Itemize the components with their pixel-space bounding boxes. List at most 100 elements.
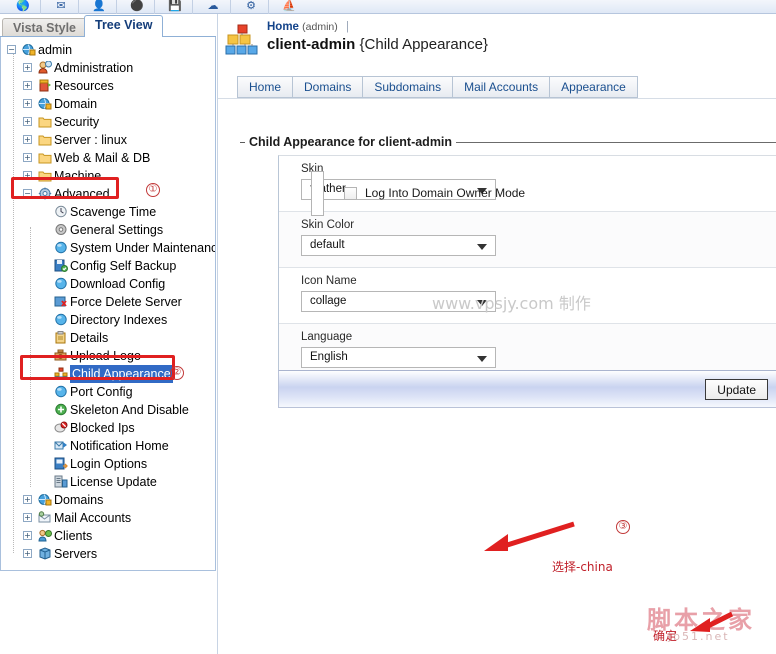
- annotation-note-update: 确定: [653, 629, 678, 643]
- collapse-icon[interactable]: −: [23, 189, 32, 198]
- mail-icon[interactable]: ✉: [52, 0, 70, 14]
- tab-vista-style[interactable]: Vista Style: [2, 18, 88, 36]
- tab-mail-accounts[interactable]: Mail Accounts: [452, 76, 550, 98]
- administration-icon: [37, 60, 52, 75]
- tab-subdomains[interactable]: Subdomains: [362, 76, 453, 98]
- tree-item-web-mail-db[interactable]: + Web & Mail & DB: [3, 149, 215, 167]
- tree-item-label: Force Delete Server: [70, 295, 182, 309]
- tree-item-blocked-ips[interactable]: Blocked Ips: [3, 419, 215, 437]
- expand-icon[interactable]: +: [23, 171, 32, 180]
- expand-icon[interactable]: +: [23, 99, 32, 108]
- collapse-icon[interactable]: −: [7, 45, 16, 54]
- tree-item-mail-accounts[interactable]: + Mail Accounts: [3, 509, 215, 527]
- tree-item-domains[interactable]: + Domains: [3, 491, 215, 509]
- breadcrumb-separator: |: [345, 21, 349, 33]
- tree-item-upload-logo[interactable]: Upload Logo: [3, 347, 215, 365]
- annotation-marker-3: ③: [616, 520, 630, 534]
- expand-icon[interactable]: +: [23, 117, 32, 126]
- expand-icon[interactable]: +: [23, 531, 32, 540]
- tree-item-servers[interactable]: + Servers: [3, 545, 215, 563]
- gear-icon[interactable]: ⚙: [242, 0, 260, 14]
- tree-item-details[interactable]: Details: [3, 329, 215, 347]
- tree-item-notification-home[interactable]: Notification Home: [3, 437, 215, 455]
- tree-item-label: Blocked Ips: [70, 421, 135, 435]
- tab-label: Subdomains: [374, 80, 442, 94]
- tree-item-download-config[interactable]: Download Config: [3, 275, 215, 293]
- tree-item-domain[interactable]: + Domain: [3, 95, 215, 113]
- tree-item-label: Mail Accounts: [54, 511, 132, 525]
- main-content: Home (admin) | client-admin {Child Appea…: [217, 14, 776, 654]
- clock-icon: [53, 205, 68, 219]
- checkbox-log-into-domain-owner-mode[interactable]: [344, 187, 357, 200]
- form-row-skin: Skin feather: [279, 156, 776, 212]
- tree-item-label: Administration: [54, 61, 134, 75]
- tree-item-clients[interactable]: + Clients: [3, 527, 215, 545]
- tree-item-force-delete-server[interactable]: Force Delete Server: [3, 293, 215, 311]
- tree-item-administration[interactable]: + Administration: [3, 59, 215, 77]
- cloud-icon[interactable]: ☁: [204, 0, 222, 14]
- license-icon: [53, 475, 68, 489]
- sphere-icon: [53, 241, 68, 255]
- tree-item-security[interactable]: + Security: [3, 113, 215, 131]
- annotation-marker-2: ②: [170, 366, 184, 380]
- ship-icon[interactable]: ⛵: [280, 0, 298, 14]
- child-appearance-icon: [53, 367, 68, 381]
- tree-panel[interactable]: − admin + Administration + Resources + Domain + S…: [0, 37, 216, 571]
- domains-globe-icon: [37, 493, 52, 507]
- checkbox-label: Log Into Domain Owner Mode: [365, 186, 526, 200]
- tree-item-machine[interactable]: + Machine: [3, 167, 215, 185]
- tab-home[interactable]: Home: [237, 76, 293, 98]
- tree-item-scavenge-time[interactable]: Scavenge Time: [3, 203, 215, 221]
- legend-rule-right: [430, 142, 776, 143]
- fieldset-legend: Child Appearance for client-admin: [245, 135, 457, 149]
- expand-icon[interactable]: +: [23, 135, 32, 144]
- tree-item-resources[interactable]: + Resources: [3, 77, 215, 95]
- disk-icon[interactable]: 💾: [166, 0, 184, 14]
- breadcrumb-home[interactable]: Home: [267, 21, 299, 33]
- chevron-down-icon[interactable]: [477, 244, 487, 250]
- field-label: Language: [301, 331, 353, 343]
- tab-appearance[interactable]: Appearance: [549, 76, 638, 98]
- tree-item-advanced[interactable]: − Advanced: [3, 185, 215, 203]
- annotation-note-language: 选择-china: [552, 560, 613, 574]
- tree-item-login-options[interactable]: Login Options: [3, 455, 215, 473]
- tree-item-skeleton-and-disable[interactable]: Skeleton And Disable: [3, 401, 215, 419]
- select-language[interactable]: English: [301, 347, 496, 368]
- expand-icon[interactable]: +: [23, 513, 32, 522]
- update-button[interactable]: Update: [705, 379, 768, 400]
- expand-icon[interactable]: +: [23, 81, 32, 90]
- expand-icon[interactable]: +: [23, 153, 32, 162]
- sphere-icon[interactable]: ⚫: [128, 0, 146, 14]
- globe-icon[interactable]: 🌎: [14, 0, 32, 14]
- tree-item-port-config[interactable]: Port Config: [3, 383, 215, 401]
- expand-icon[interactable]: +: [23, 63, 32, 72]
- tree-item-label: Download Config: [70, 277, 166, 291]
- tab-tree-view[interactable]: Tree View: [84, 15, 164, 37]
- user-icon[interactable]: 👤: [90, 0, 108, 14]
- clients-icon: [37, 529, 52, 543]
- tab-domains[interactable]: Domains: [292, 76, 363, 98]
- expand-icon[interactable]: +: [23, 495, 32, 504]
- notification-icon: [53, 439, 68, 453]
- expand-icon[interactable]: +: [23, 549, 32, 558]
- chevron-down-icon[interactable]: [477, 356, 487, 362]
- tree-item-label: Server : linux: [54, 133, 127, 147]
- tree-item-system-under-maintenance[interactable]: System Under Maintenance: [3, 239, 215, 257]
- skeleton-icon: [53, 403, 68, 417]
- tree-item-license-update[interactable]: License Update: [3, 473, 215, 491]
- tree-item-label: Machine: [54, 169, 102, 183]
- tree-item-server-linux[interactable]: + Server : linux: [3, 131, 215, 149]
- page-title-main: client-admin: [267, 36, 356, 53]
- tree-item-label: Domain: [54, 97, 98, 111]
- tree-item-label: Advanced: [54, 187, 110, 201]
- tree-item-admin[interactable]: − admin: [3, 41, 215, 59]
- tree-item-config-self-backup[interactable]: Config Self Backup: [3, 257, 215, 275]
- form-row-skin-color: Skin Color default: [279, 212, 776, 268]
- tree-item-general-settings[interactable]: General Settings: [3, 221, 215, 239]
- tree-item-label: License Update: [70, 475, 157, 489]
- tab-label: Home: [249, 80, 282, 94]
- tree-item-directory-indexes[interactable]: Directory Indexes: [3, 311, 215, 329]
- sphere-icon: [53, 385, 68, 399]
- tab-tree-view-label: Tree View: [95, 18, 153, 32]
- select-skin-color[interactable]: default: [301, 235, 496, 256]
